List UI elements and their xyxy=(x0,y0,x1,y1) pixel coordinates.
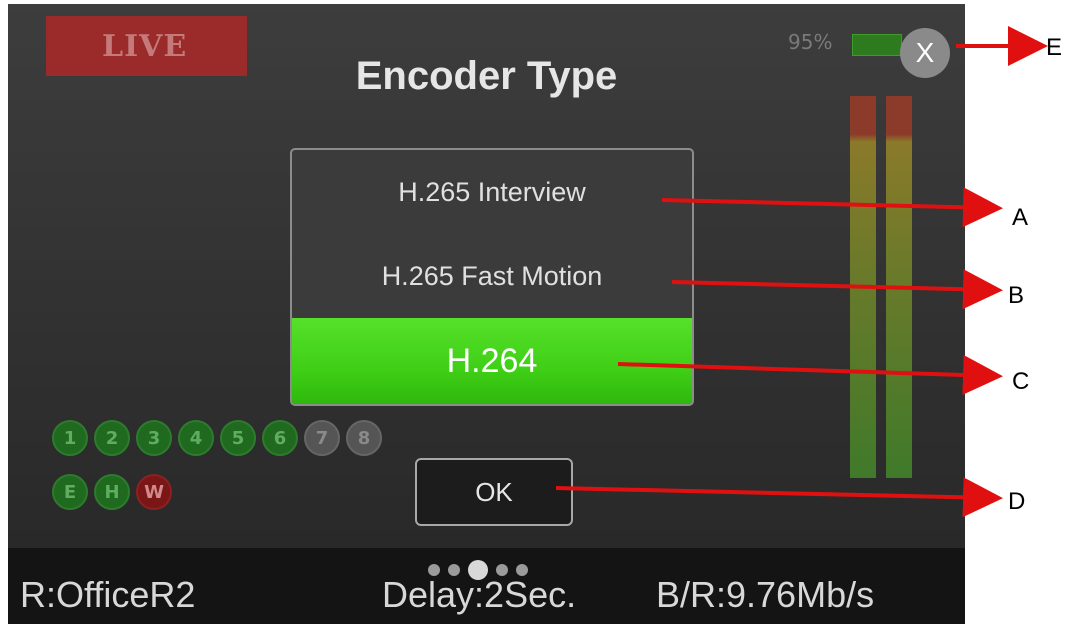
page-title: Encoder Type xyxy=(355,54,618,98)
encoder-option-h265-interview[interactable]: H.265 Interview xyxy=(292,150,692,234)
delay-value: Delay:2Sec. xyxy=(382,574,577,615)
channel-row-2: E H W xyxy=(52,474,172,510)
channel-8-indicator: 8 xyxy=(346,420,382,456)
channel-7-indicator: 7 xyxy=(304,420,340,456)
audio-meter-left xyxy=(850,96,876,478)
channel-6-indicator: 6 xyxy=(262,420,298,456)
hotspot-indicator: H xyxy=(94,474,130,510)
ok-button[interactable]: OK xyxy=(415,458,573,526)
audio-meter-right xyxy=(886,96,912,478)
wifi-indicator: W xyxy=(136,474,172,510)
annotation-label-b: B xyxy=(1008,282,1025,309)
battery-icon xyxy=(852,34,902,56)
channel-row-1: 1 2 3 4 5 6 7 8 xyxy=(52,420,382,456)
channel-4-indicator: 4 xyxy=(178,420,214,456)
bitrate-value: B/R:9.76Mb/s xyxy=(656,574,875,615)
battery-percent: 95% xyxy=(788,30,833,54)
annotation-label-d: D xyxy=(1008,488,1026,515)
encoder-type-list: H.265 Interview H.265 Fast Motion H.264 xyxy=(290,148,694,406)
encoder-screen: LIVE 95% Encoder Type X H.265 Interview … xyxy=(8,4,965,624)
annotation-label-a: A xyxy=(1012,204,1029,231)
channel-3-indicator: 3 xyxy=(136,420,172,456)
channel-2-indicator: 2 xyxy=(94,420,130,456)
receiver-name: R:OfficeR2 xyxy=(20,574,196,615)
annotation-label-c: C xyxy=(1012,368,1030,395)
encoder-option-h265-fast-motion[interactable]: H.265 Fast Motion xyxy=(292,234,692,318)
encoder-option-h264[interactable]: H.264 xyxy=(292,318,692,404)
channel-5-indicator: 5 xyxy=(220,420,256,456)
ethernet-indicator: E xyxy=(52,474,88,510)
close-button[interactable]: X xyxy=(900,28,950,78)
channel-1-indicator: 1 xyxy=(52,420,88,456)
annotation-label-e: E xyxy=(1046,34,1063,61)
